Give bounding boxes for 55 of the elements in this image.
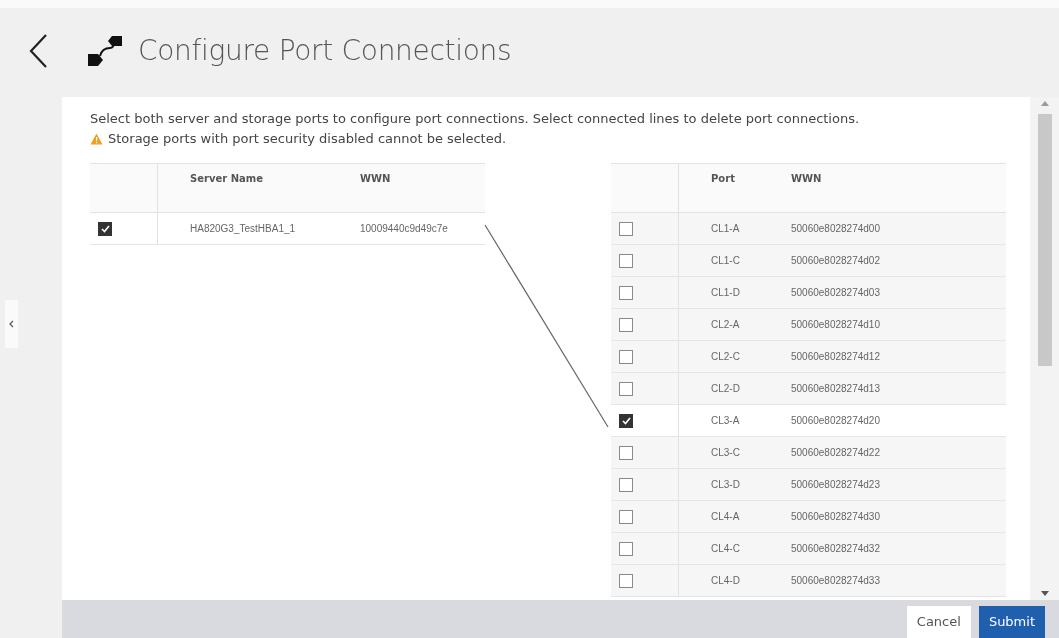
column-header: Server Name [189, 172, 264, 186]
table-cell-text: 50060e8028274d30 [790, 511, 881, 522]
checkbox[interactable] [619, 381, 633, 396]
column-header: WWN [790, 172, 823, 186]
checkbox[interactable] [619, 413, 633, 428]
table-cell-text: 50060e8028274d32 [790, 543, 881, 554]
checkbox[interactable] [619, 541, 633, 556]
table-cell-text: CL1-A [710, 223, 741, 234]
scroll-up-icon[interactable] [1040, 101, 1049, 106]
checkbox[interactable] [619, 573, 633, 588]
column-header: WWN [359, 172, 392, 186]
scrollbar-thumb[interactable] [1037, 114, 1052, 366]
table-cell-text: 50060e8028274d23 [790, 479, 881, 490]
table-cell-text: 50060e8028274d02 [790, 255, 881, 266]
checkbox[interactable] [619, 509, 633, 524]
checkbox[interactable] [619, 445, 633, 460]
table-cell-text: CL3-A [710, 415, 741, 426]
submit-button[interactable]: Submit [978, 605, 1045, 638]
checkbox[interactable] [619, 317, 633, 332]
column-header: Port [710, 172, 736, 186]
table-cell-text: CL2-C [710, 351, 741, 362]
table-cell-text: 50060e8028274d33 [790, 575, 881, 586]
checkbox[interactable] [619, 349, 633, 364]
table-cell-text: CL4-D [710, 575, 741, 586]
table-cell-text: CL3-C [710, 447, 741, 458]
table-cell-text: CL4-A [710, 511, 741, 522]
cancel-button[interactable]: Cancel [906, 605, 971, 638]
warning-icon [90, 133, 103, 145]
table-cell-text: 50060e8028274d10 [790, 319, 881, 330]
checkbox[interactable] [619, 477, 633, 492]
table-cell-text: 10009440c9d49c7e [359, 223, 449, 234]
checkbox[interactable] [619, 253, 633, 268]
table-cell-text: HA820G3_TestHBA1_1 [189, 223, 297, 234]
table-cell-text: CL1-C [710, 255, 741, 266]
checkbox[interactable] [619, 221, 633, 236]
table-cell-text: 50060e8028274d22 [790, 447, 881, 458]
instruction-text: Select both server and storage ports to configure port connections. Select connected lines to delete port connections. [90, 110, 861, 128]
chevron-left-icon [9, 320, 14, 328]
table-cell-text: 50060e8028274d12 [790, 351, 881, 362]
collapse-button[interactable] [5, 300, 18, 348]
table-cell-text: 50060e8028274d03 [790, 287, 881, 298]
table-cell-text: 50060e8028274d20 [790, 415, 881, 426]
back-button[interactable] [28, 32, 48, 69]
table-cell-text: 50060e8028274d13 [790, 383, 881, 394]
table-cell-text: 50060e8028274d00 [790, 223, 881, 234]
table-cell-text: CL2-D [710, 383, 741, 394]
warning-text: Storage ports with port security disabled cannot be selected. [108, 130, 507, 148]
page-title: Configure Port Connections [138, 34, 512, 67]
table-cell-text: CL4-C [710, 543, 741, 554]
port-connection-icon [86, 33, 124, 68]
table-cell-text: CL3-D [710, 479, 741, 490]
table-cell-text: CL1-D [710, 287, 741, 298]
checkbox[interactable] [98, 221, 112, 236]
checkbox[interactable] [619, 285, 633, 300]
table-cell-text: CL2-A [710, 319, 741, 330]
